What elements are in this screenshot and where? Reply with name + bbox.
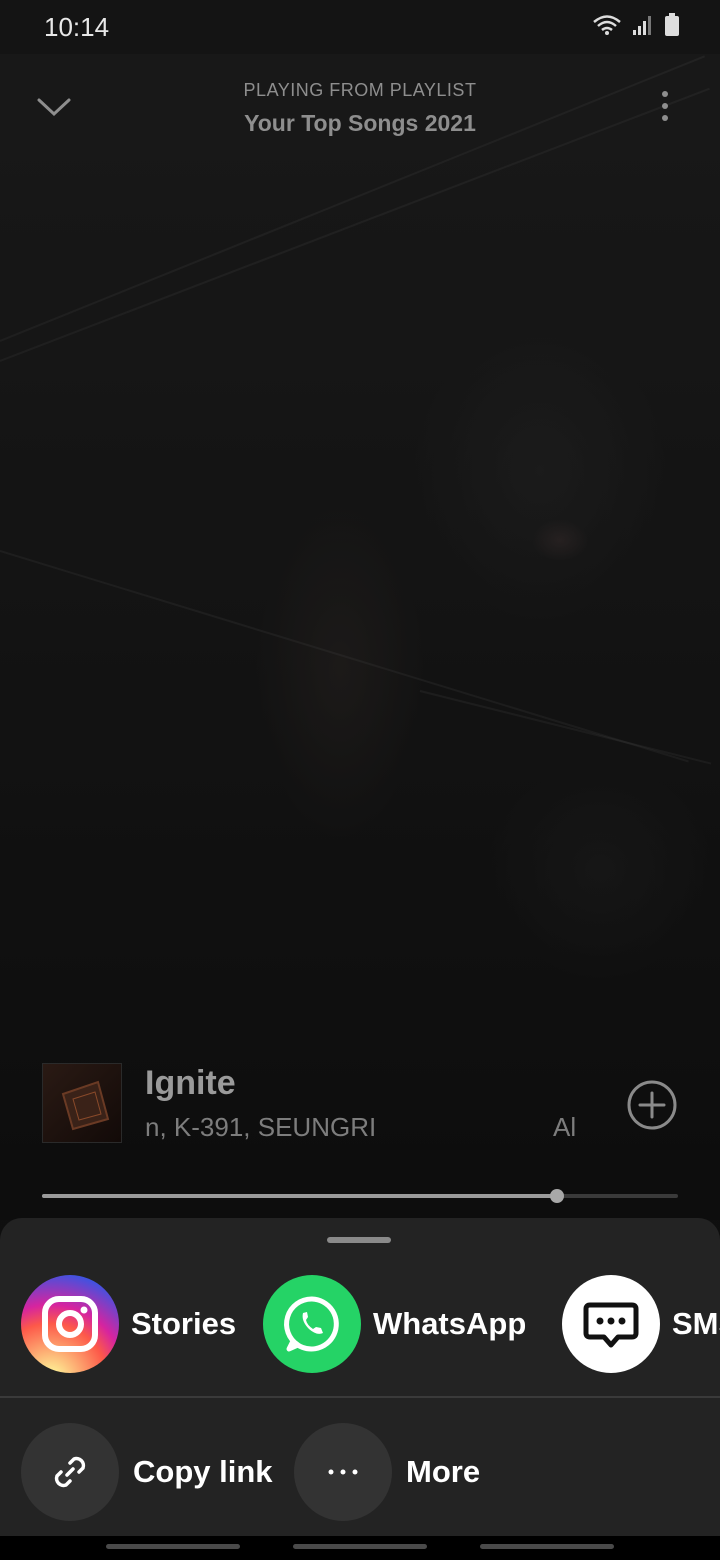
status-bar: 10:14 [0, 0, 720, 54]
share-actions-row: Copy link More [0, 1422, 720, 1522]
track-artists-marquee: n, K-391, SEUNGRI Al [145, 1112, 590, 1148]
link-icon [21, 1423, 119, 1521]
track-artists: n, K-391, SEUNGRI [145, 1112, 377, 1142]
copy-link-button[interactable]: Copy link [21, 1422, 273, 1522]
status-time: 10:14 [44, 11, 110, 42]
progress-fill [42, 1194, 558, 1198]
track-thumbnail[interactable] [42, 1063, 122, 1143]
share-target-label: WhatsApp [373, 1306, 527, 1341]
sheet-drag-handle[interactable] [327, 1237, 391, 1243]
share-instagram-stories[interactable]: Stories [21, 1274, 236, 1374]
battery-icon [664, 12, 680, 42]
playback-progress-bar[interactable] [42, 1189, 678, 1203]
share-target-label: Stories [131, 1306, 237, 1341]
sms-icon [562, 1275, 660, 1373]
more-horizontal-icon [294, 1423, 392, 1521]
playlist-name[interactable]: Your Top Songs 2021 [0, 110, 720, 137]
nav-home[interactable] [293, 1544, 427, 1549]
nav-back[interactable] [480, 1544, 614, 1549]
more-vertical-icon[interactable] [652, 88, 678, 128]
now-playing-screen: 10:14 PLAYING FROM PLAYLIST Your Top Son… [0, 0, 720, 1560]
nav-recents[interactable] [106, 1544, 240, 1549]
player-header: PLAYING FROM PLAYLIST Your Top Songs 202… [0, 76, 720, 146]
share-targets-row: Stories WhatsApp SM [0, 1274, 720, 1374]
wifi-icon [592, 14, 622, 41]
status-icons [592, 12, 680, 42]
action-label: Copy link [133, 1454, 273, 1489]
add-circle-icon[interactable] [626, 1079, 678, 1131]
dim-overlay [0, 0, 720, 1220]
whatsapp-icon [263, 1275, 361, 1373]
instagram-icon [21, 1275, 119, 1373]
share-sheet: Stories WhatsApp SM Copy link More [0, 1218, 720, 1560]
playing-from-label: PLAYING FROM PLAYLIST [243, 80, 477, 100]
share-whatsapp[interactable]: WhatsApp [263, 1274, 526, 1374]
share-target-label: SMS [672, 1306, 720, 1341]
sheet-divider [0, 1396, 720, 1398]
signal-icon [632, 14, 654, 41]
action-label: More [406, 1454, 481, 1489]
more-options-button[interactable]: More [294, 1422, 480, 1522]
track-title: Ignite [145, 1064, 236, 1102]
system-nav-bar [0, 1536, 720, 1560]
share-sms[interactable]: SMS [562, 1274, 720, 1374]
track-artists-continued: Al [553, 1112, 577, 1142]
